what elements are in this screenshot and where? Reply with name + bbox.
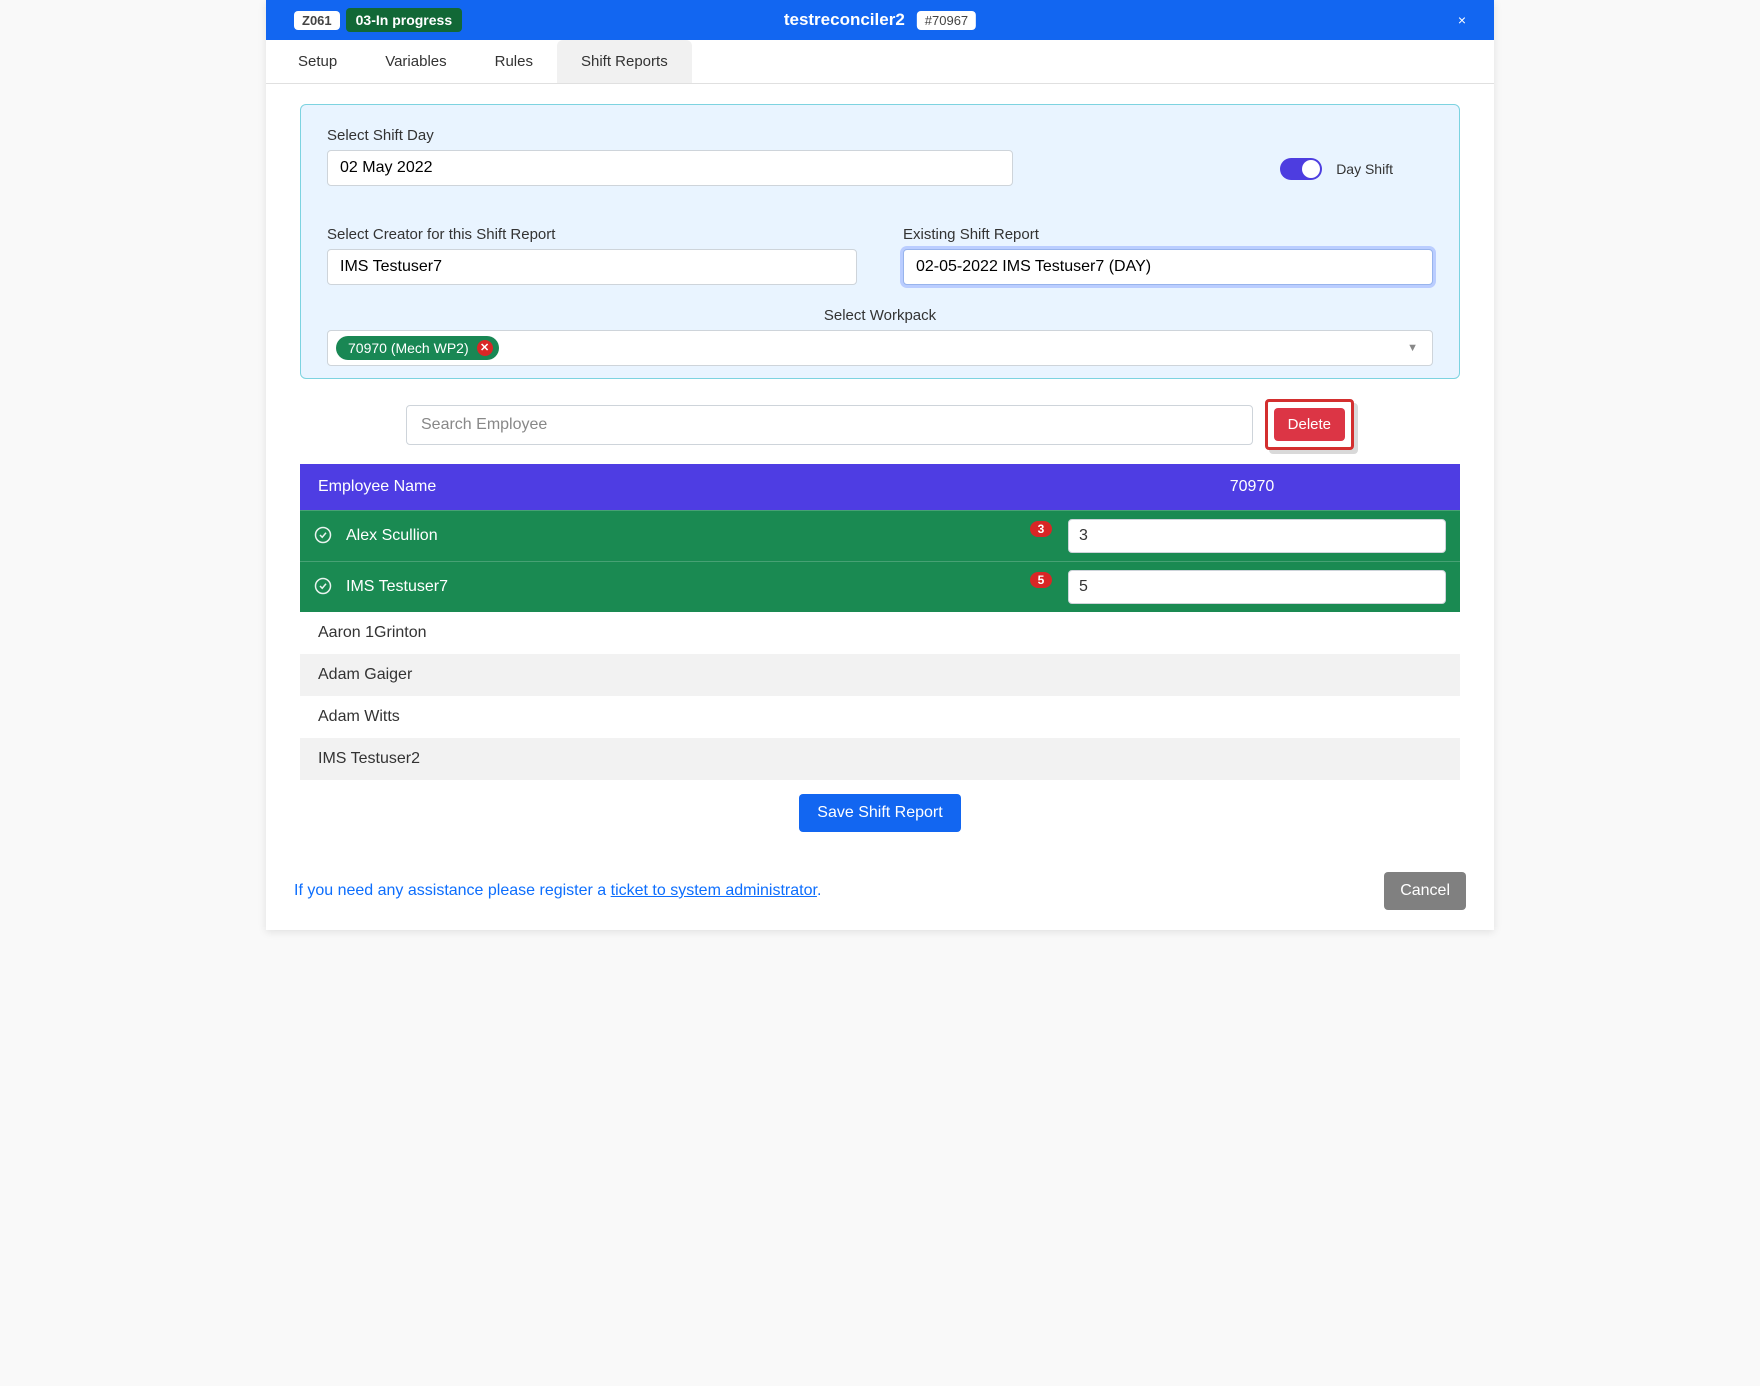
col-workpack-num: 70970 [1062,478,1442,496]
check-icon [314,526,338,547]
cancel-button[interactable]: Cancel [1384,872,1466,910]
table-row[interactable]: Adam Gaiger [300,654,1460,696]
tab-setup[interactable]: Setup [274,40,361,83]
existing-report-input[interactable] [903,249,1433,285]
workpack-chip[interactable]: 70970 (Mech WP2) ✕ [336,336,499,360]
shift-day-label: Select Shift Day [327,127,1013,144]
table-row[interactable]: Adam Witts [300,696,1460,738]
search-input[interactable]: Search Employee [406,405,1253,445]
workpack-label: Select Workpack [327,307,1433,324]
day-shift-label: Day Shift [1336,161,1393,177]
employee-name: IMS Testuser7 [338,578,1030,596]
tab-variables[interactable]: Variables [361,40,470,83]
employee-name: Alex Scullion [338,527,1030,545]
delete-highlight-box: Delete [1265,399,1354,450]
save-button[interactable]: Save Shift Report [799,794,960,832]
tab-rules[interactable]: Rules [471,40,557,83]
value-input[interactable] [1068,570,1446,604]
workpack-select[interactable]: 70970 (Mech WP2) ✕ ▼ [327,330,1433,366]
close-icon[interactable]: × [1458,12,1466,28]
chevron-down-icon: ▼ [1407,342,1418,354]
count-badge: 5 [1030,572,1052,588]
titlebar: Z061 03-In progress testreconciler2 #709… [266,0,1494,40]
col-employee-name: Employee Name [318,478,1062,496]
existing-report-label: Existing Shift Report [903,226,1433,243]
employee-table: Employee Name 70970 Alex Scullion 3 IMS … [300,464,1460,780]
status-pill: 03-In progress [346,8,462,32]
tab-shift-reports[interactable]: Shift Reports [557,40,692,83]
table-row[interactable]: Alex Scullion 3 [300,510,1460,561]
table-row[interactable]: Aaron 1Grinton [300,612,1460,654]
creator-label: Select Creator for this Shift Report [327,226,857,243]
shift-day-input[interactable] [327,150,1013,186]
tab-bar: Setup Variables Rules Shift Reports [266,40,1494,84]
table-row[interactable]: IMS Testuser2 [300,738,1460,780]
app-title: testreconciler2 [784,10,905,30]
workpack-chip-label: 70970 (Mech WP2) [348,340,469,356]
creator-input[interactable] [327,249,857,285]
help-link[interactable]: ticket to system administrator [611,882,817,899]
day-shift-toggle[interactable] [1280,158,1322,180]
count-badge: 3 [1030,521,1052,537]
config-panel: Select Shift Day Day Shift Select Creato… [300,104,1460,379]
help-text: If you need any assistance please regist… [294,882,821,900]
check-icon [314,577,338,598]
table-row[interactable]: IMS Testuser7 5 [300,561,1460,612]
chip-remove-icon[interactable]: ✕ [477,340,493,356]
zone-pill: Z061 [294,11,340,30]
delete-button[interactable]: Delete [1274,408,1345,441]
ticket-id: #70967 [917,11,976,30]
value-input[interactable] [1068,519,1446,553]
